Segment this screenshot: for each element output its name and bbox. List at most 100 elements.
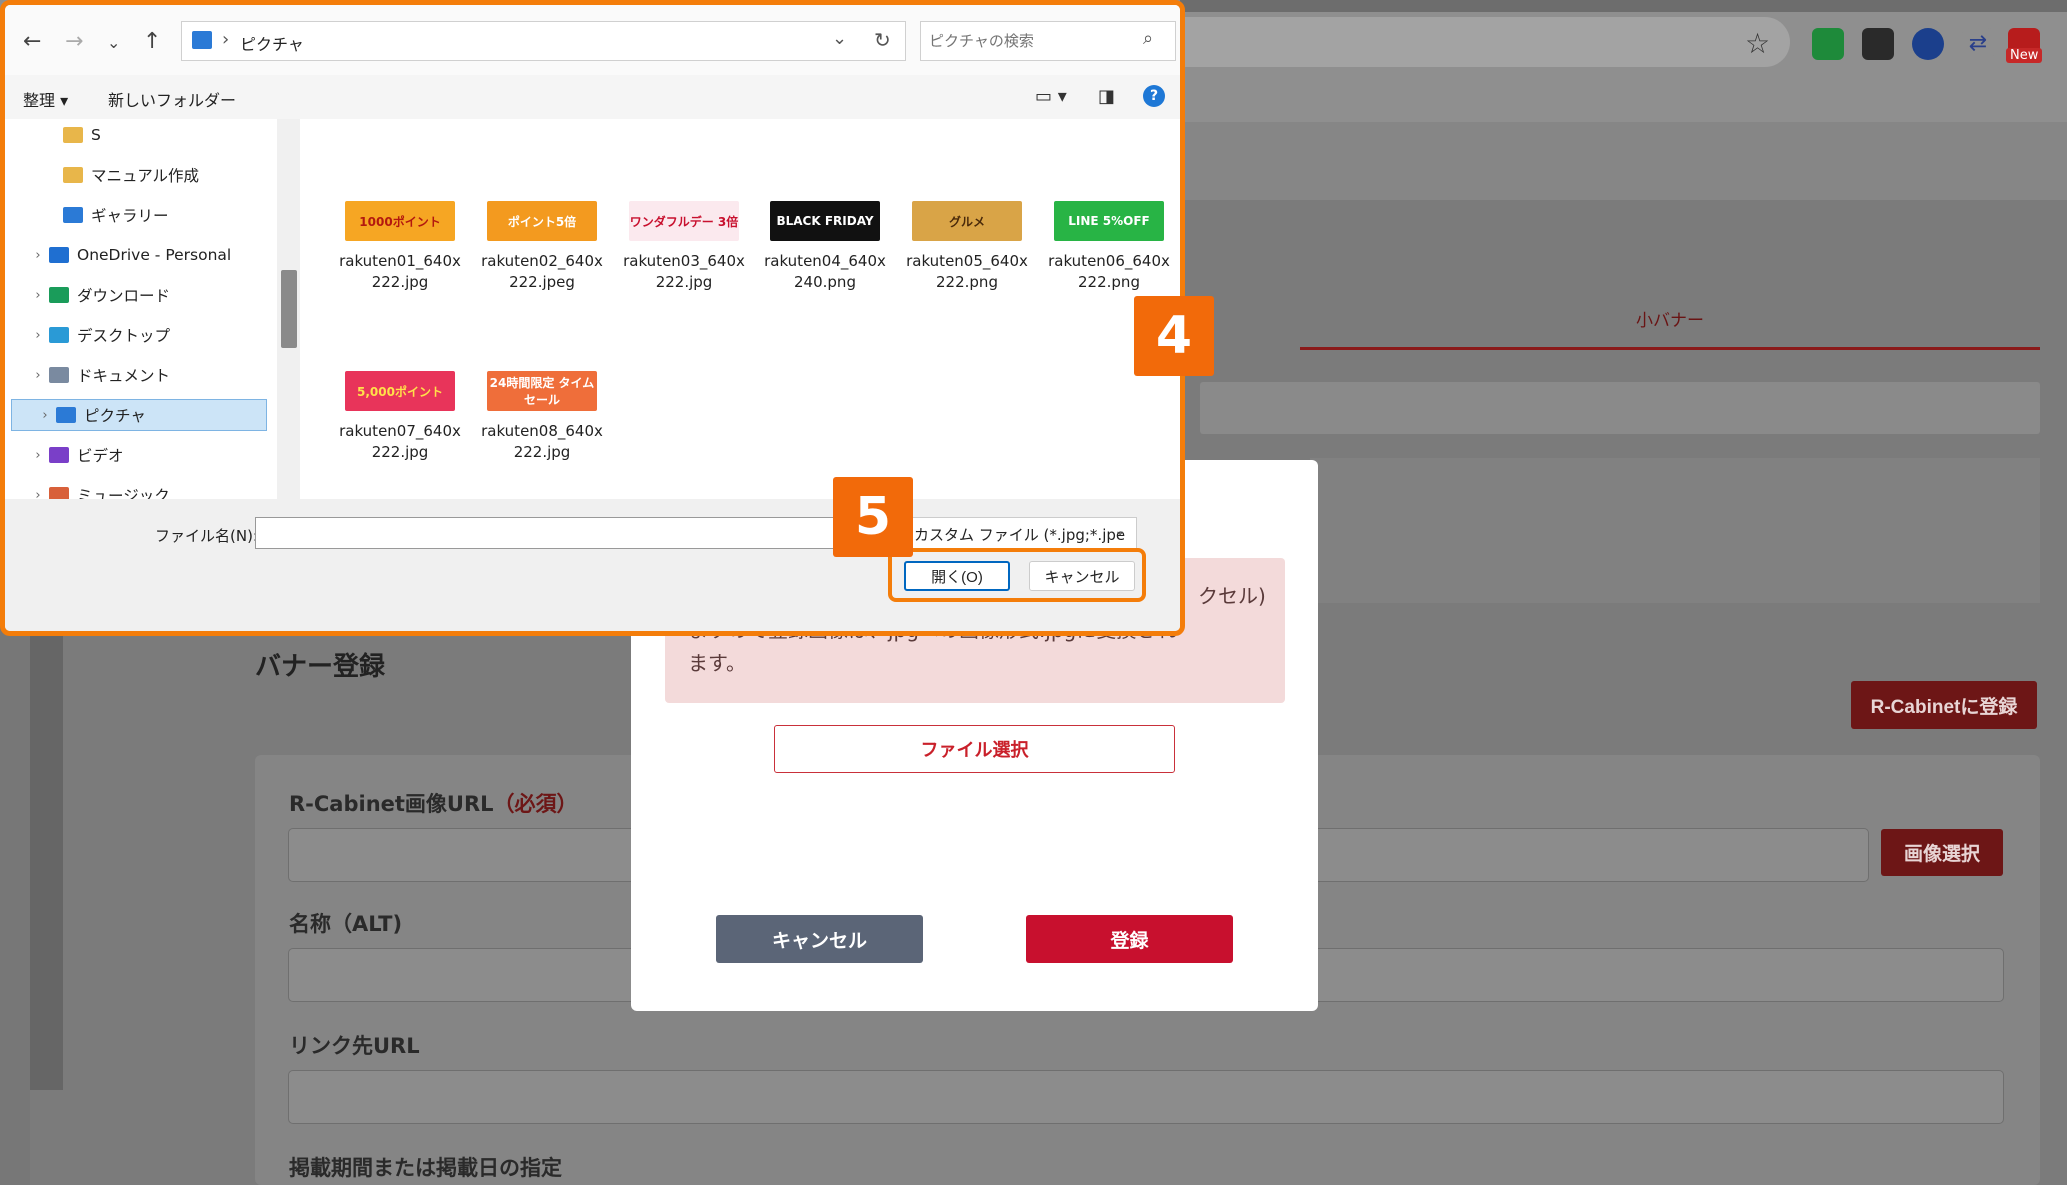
expand-chevron-icon[interactable]: ›	[27, 368, 49, 383]
file-name-ext: 222.jpg	[513, 443, 571, 461]
expand-chevron-icon[interactable]: ›	[27, 288, 49, 303]
file-open-dialog: ← → ⌄ ↑ › ピクチャ ⌄ ↻ ⌕ 整理 ▾ 新しいフォルダー ▭ ▾ ◨…	[0, 0, 1185, 636]
file-name-ext: 222.png	[936, 273, 998, 291]
desktop-icon	[49, 327, 69, 343]
file-tile[interactable]: ワンダフルデー 3倍 rakuten03_640x 222.jpg	[619, 201, 749, 293]
file-tile[interactable]: ポイント5倍 rakuten02_640x 222.jpeg	[477, 201, 607, 293]
folder-icon	[63, 167, 83, 183]
bookmark-star-icon[interactable]: ☆	[1745, 27, 1770, 60]
file-name-ext: 222.jpeg	[509, 273, 575, 291]
file-thumbnail: ワンダフルデー 3倍	[629, 201, 739, 241]
modal-cancel-button[interactable]: キャンセル	[716, 915, 923, 963]
extension-check-icon[interactable]	[1862, 28, 1894, 60]
extension-translate-icon[interactable]: ⇄	[1962, 28, 1994, 60]
file-name-ext: 222.jpg	[371, 443, 429, 461]
filename-input[interactable]	[255, 517, 843, 549]
file-name-ext: 222.jpg	[371, 273, 429, 291]
file-name: rakuten02_640x	[481, 252, 603, 270]
search-icon[interactable]: ⌕	[1143, 28, 1153, 49]
tab-small-banner[interactable]: 小バナー	[1300, 290, 2040, 350]
file-thumbnail: BLACK FRIDAY	[770, 201, 880, 241]
tree-scroll-thumb[interactable]	[281, 270, 297, 348]
file-tile[interactable]: 5,000ポイント rakuten07_640x 222.jpg	[335, 371, 465, 463]
file-name-ext: 222.jpg	[655, 273, 713, 291]
button-highlight-frame	[888, 548, 1146, 602]
tree-item[interactable]: S	[5, 119, 275, 151]
path-location[interactable]: ピクチャ	[240, 31, 304, 55]
browser-tab-strip	[1180, 0, 2067, 12]
dialog-toolbar: ← → ⌄ ↑ › ピクチャ ⌄ ↻ ⌕	[5, 5, 1180, 75]
new-badge: New	[2006, 48, 2043, 63]
path-dropdown-icon[interactable]: ⌄	[832, 28, 847, 49]
extension-green-icon[interactable]	[1812, 28, 1844, 60]
tree-item[interactable]: マニュアル作成	[5, 159, 275, 191]
notice-line: ます。	[688, 651, 746, 675]
file-tile[interactable]: LINE 5%OFF rakuten06_640x 222.png	[1044, 201, 1174, 293]
tree-item-label: デスクトップ	[77, 327, 171, 345]
forward-arrow-icon[interactable]: →	[65, 29, 83, 54]
required-mark: （必須）	[493, 792, 578, 816]
tree-item[interactable]: › デスクトップ	[5, 319, 275, 351]
modal-submit-button[interactable]: 登録	[1026, 915, 1233, 963]
period-label: 掲載期間または掲載日の指定	[289, 1156, 562, 1180]
tree-item[interactable]: › ビデオ	[5, 439, 275, 471]
file-thumbnail: LINE 5%OFF	[1054, 201, 1164, 241]
view-options-icon[interactable]: ▭ ▾	[1035, 86, 1067, 107]
onedrive-icon	[49, 247, 69, 263]
tree-item-label: ドキュメント	[77, 367, 171, 385]
tree-item-label: ダウンロード	[77, 287, 171, 305]
tree-item[interactable]: ギャラリー	[5, 199, 275, 231]
file-tile[interactable]: グルメ rakuten05_640x 222.png	[902, 201, 1032, 293]
address-bar[interactable]	[1180, 17, 1790, 67]
dialog-search[interactable]: ⌕	[920, 21, 1176, 61]
tree-item-label: ギャラリー	[91, 207, 169, 225]
refresh-icon[interactable]: ↻	[874, 28, 891, 52]
filename-label: ファイル名(N):	[155, 527, 258, 545]
expand-chevron-icon[interactable]: ›	[27, 448, 49, 463]
organize-menu[interactable]: 整理 ▾	[23, 87, 68, 111]
file-tile[interactable]: 1000ポイント rakuten01_640x 222.jpg	[335, 201, 465, 293]
command-bar: 整理 ▾ 新しいフォルダー ▭ ▾ ◨ ?	[5, 75, 1180, 119]
file-tile[interactable]: BLACK FRIDAY rakuten04_640x 240.png	[760, 201, 890, 293]
expand-chevron-icon[interactable]: ›	[34, 408, 56, 423]
folder-icon	[63, 127, 83, 143]
tree-item[interactable]: › ダウンロード	[5, 279, 275, 311]
tree-item[interactable]: › OneDrive - Personal	[5, 239, 275, 271]
file-tile[interactable]: 24時間限定 タイムセール rakuten08_640x 222.jpg	[477, 371, 607, 463]
file-name: rakuten06_640x	[1048, 252, 1170, 270]
expand-chevron-icon[interactable]: ›	[27, 328, 49, 343]
search-input[interactable]	[929, 30, 1129, 52]
file-name-ext: 240.png	[794, 273, 856, 291]
file-select-button[interactable]: ファイル選択	[774, 725, 1175, 773]
tree-item[interactable]: › ピクチャ	[11, 399, 267, 431]
tree-item-label: S	[91, 126, 101, 144]
tree-item-label: ピクチャ	[84, 407, 146, 425]
path-separator-icon: ›	[222, 29, 230, 50]
tree-item-label: ビデオ	[77, 447, 124, 465]
new-folder-button[interactable]: 新しいフォルダー	[108, 87, 236, 111]
file-name: rakuten05_640x	[906, 252, 1028, 270]
gallery-icon	[63, 207, 83, 223]
link-input[interactable]	[288, 1070, 2004, 1124]
file-type-value: カスタム ファイル (*.jpg;*.jpe	[914, 526, 1126, 544]
extension-blue-check-icon[interactable]	[1912, 28, 1944, 60]
expand-chevron-icon[interactable]: ›	[27, 248, 49, 263]
file-thumbnail: 24時間限定 タイムセール	[487, 371, 597, 411]
preview-pane-icon[interactable]: ◨	[1098, 86, 1115, 107]
navigation-tree: S マニュアル作成ギャラリー › OneDrive - Personal › ダウンロード…	[5, 119, 305, 505]
tree-item[interactable]: › ドキュメント	[5, 359, 275, 391]
help-icon[interactable]: ?	[1143, 85, 1165, 107]
tree-item-label: OneDrive - Personal	[77, 246, 232, 264]
back-arrow-icon[interactable]: ←	[23, 29, 41, 54]
file-type-select[interactable]: カスタム ファイル (*.jpg;*.jpe ⌄	[905, 517, 1137, 549]
recent-chevron-icon[interactable]: ⌄	[107, 33, 120, 52]
file-grid: 1000ポイント rakuten01_640x 222.jpg ポイント5倍 rakut…	[310, 119, 1180, 499]
rcabinet-register-button[interactable]: R-Cabinetに登録	[1851, 681, 2037, 729]
image-select-button[interactable]: 画像選択	[1881, 829, 2003, 876]
path-bar[interactable]: › ピクチャ ⌄ ↻	[181, 21, 906, 61]
file-name: rakuten04_640x	[764, 252, 886, 270]
file-name-ext: 222.png	[1078, 273, 1140, 291]
file-thumbnail: ポイント5倍	[487, 201, 597, 241]
file-thumbnail: グルメ	[912, 201, 1022, 241]
up-arrow-icon[interactable]: ↑	[143, 29, 161, 54]
